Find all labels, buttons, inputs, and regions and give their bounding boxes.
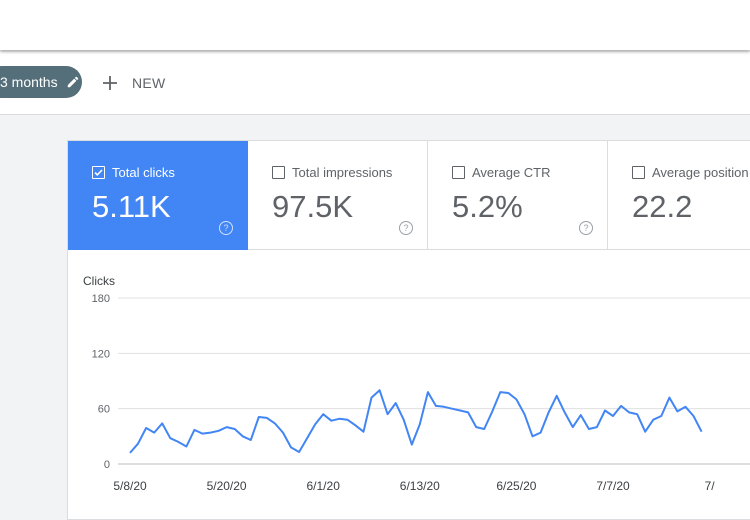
x-tick-label: 5/8/20	[113, 479, 147, 493]
metric-label: Total clicks	[112, 165, 175, 180]
metric-tile-average-position[interactable]: Average position 22.2	[608, 141, 750, 250]
checkbox-checked-icon[interactable]	[92, 166, 105, 179]
date-range-chip[interactable]: 3 months	[0, 66, 82, 98]
y-axis-ticks: 0 60 120 180	[92, 293, 110, 471]
help-circle-icon[interactable]: ?	[399, 221, 413, 235]
new-filter-button[interactable]: NEW	[100, 68, 166, 98]
metric-value: 5.2%	[452, 189, 523, 224]
series-line-clicks	[129, 389, 703, 454]
metric-label: Average CTR	[472, 165, 551, 180]
metric-tile-header: Average CTR	[452, 165, 551, 180]
checkbox-icon[interactable]	[632, 166, 645, 179]
x-tick-label: 7/7/20	[596, 479, 630, 493]
top-app-bar	[0, 0, 750, 50]
x-tick-label: 6/13/20	[400, 479, 440, 493]
metric-tile-total-impressions[interactable]: Total impressions 97.5K ?	[248, 141, 428, 250]
x-tick-label: 6/25/20	[496, 479, 536, 493]
metric-tile-header: Total clicks	[92, 165, 175, 180]
help-circle-icon[interactable]: ?	[219, 221, 233, 235]
checkbox-icon[interactable]	[272, 166, 285, 179]
metric-label: Average position	[652, 165, 749, 180]
metric-tile-average-ctr[interactable]: Average CTR 5.2% ?	[428, 141, 608, 250]
x-axis-ticks: 5/8/20 5/20/20 6/1/20 6/13/20 6/25/20 7/7/20 7…	[113, 479, 715, 493]
date-range-chip-label: 3 months	[0, 74, 58, 90]
metric-tile-header: Average position	[632, 165, 749, 180]
metric-value: 5.11K	[92, 189, 171, 224]
y-tick-label: 120	[92, 348, 110, 360]
help-circle-icon[interactable]: ?	[579, 221, 593, 235]
y-axis-label: Clicks	[83, 274, 115, 288]
metric-tile-total-clicks[interactable]: Total clicks 5.11K ?	[68, 141, 248, 250]
metric-value: 22.2	[632, 189, 693, 224]
checkbox-icon[interactable]	[452, 166, 465, 179]
plus-icon	[100, 73, 120, 93]
y-tick-label: 0	[104, 459, 110, 471]
metric-tile-header: Total impressions	[272, 165, 392, 180]
pencil-icon[interactable]	[66, 75, 80, 89]
chart-series	[129, 389, 703, 454]
clicks-line-chart: Clicks 0 60 120 180 5/8/20 5/20/20 6/1/20 6/13…	[83, 274, 750, 493]
new-filter-label: NEW	[132, 75, 166, 91]
metric-label: Total impressions	[292, 165, 393, 180]
chart-grid	[118, 297, 750, 465]
x-tick-label: 7/	[705, 479, 716, 493]
metric-tiles: Total clicks 5.11K ? Total impressions 9…	[68, 141, 750, 250]
x-tick-label: 6/1/20	[307, 479, 341, 493]
y-tick-label: 60	[98, 404, 110, 416]
x-tick-label: 5/20/20	[207, 479, 247, 493]
y-tick-label: 180	[92, 293, 110, 305]
filter-bar: 3 months NEW	[0, 52, 750, 115]
performance-card: Total clicks 5.11K ? Total impressions 9…	[67, 140, 750, 520]
metric-value: 97.5K	[272, 189, 354, 224]
clicks-chart: Clicks 0 60 120 180 5/8/20 5/20/20 6/1/20 6/13…	[68, 250, 750, 510]
